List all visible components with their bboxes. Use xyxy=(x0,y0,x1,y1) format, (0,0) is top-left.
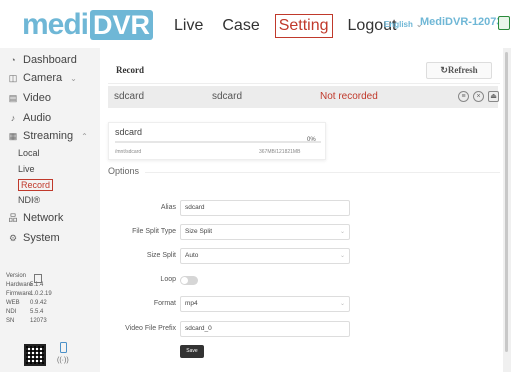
sidebar-item-video[interactable]: ▤ Video xyxy=(8,92,51,104)
logo-dvr-text: DVR xyxy=(90,10,154,40)
alias-label: Alias xyxy=(160,204,176,211)
scrollbar-thumb[interactable] xyxy=(505,52,508,352)
sidebar-item-label: Audio xyxy=(23,112,52,124)
size-split-value: Auto xyxy=(185,252,199,259)
ndi-label: NDI xyxy=(6,309,17,315)
firmware-value: 1.0.2.19 xyxy=(30,291,52,297)
language-select[interactable]: English ⌄ xyxy=(384,20,423,29)
size-split-select[interactable]: Auto ⌄ xyxy=(180,248,350,264)
system-icon: ⚙ xyxy=(8,233,18,243)
storage-name: sdcard xyxy=(114,91,145,102)
settings-icon[interactable]: ≡ xyxy=(458,91,469,102)
sidebar-item-camera[interactable]: ◫ Camera ⌄ xyxy=(8,72,77,84)
record-status: Not recorded xyxy=(320,91,378,102)
format-value: mp4 xyxy=(185,300,198,307)
storage-row[interactable]: sdcard sdcard Not recorded ≡ × ⏏ xyxy=(108,86,499,108)
split-type-value: Size Split xyxy=(185,228,213,235)
loop-toggle-knob xyxy=(181,277,188,284)
video-icon: ▤ xyxy=(8,93,18,103)
sidebar-item-local[interactable]: Local xyxy=(18,148,40,158)
sidebar-item-record[interactable]: Record xyxy=(18,179,54,191)
format-label: Format xyxy=(153,300,176,307)
version-label: Version xyxy=(6,273,27,279)
chevron-down-icon: ⌄ xyxy=(339,301,345,307)
sdcard-path: /mnt/sdcard xyxy=(115,149,142,155)
version-info: Version Hardware 5.1.4 Firmware 1.0.2.19 W… xyxy=(6,272,52,326)
sidebar-item-ndi[interactable]: NDI® xyxy=(18,195,40,205)
sn-value: 12073 xyxy=(30,318,47,324)
chevron-down-icon: ⌄ xyxy=(339,229,345,235)
streaming-icon: ▦ xyxy=(8,131,18,141)
sidebar-item-label: System xyxy=(23,232,60,244)
options-divider xyxy=(145,172,500,173)
chevron-down-icon: ⌄ xyxy=(339,253,345,259)
size-split-label: Size Split xyxy=(146,252,176,259)
storage-device: sdcard xyxy=(212,91,243,102)
split-type-label: File Split Type xyxy=(132,228,176,235)
format-select[interactable]: mp4 ⌄ xyxy=(180,296,350,312)
logo-medi-text: medi xyxy=(22,8,89,41)
page-title: Record xyxy=(116,65,144,75)
sidebar-item-label: Network xyxy=(23,212,64,224)
nav-setting[interactable]: Setting xyxy=(274,14,333,38)
sdcard-name: sdcard xyxy=(115,127,143,137)
sidebar-item-label: Camera xyxy=(23,72,63,84)
audio-icon: ♪ xyxy=(10,113,16,123)
network-icon: 品 xyxy=(8,213,18,223)
device-name: MediDVR-12073 xyxy=(420,16,503,28)
options-heading: Options xyxy=(108,166,140,176)
web-label: WEB xyxy=(6,300,20,306)
split-type-select[interactable]: Size Split ⌄ xyxy=(180,224,350,240)
dashboard-icon: ◔ xyxy=(10,55,16,65)
firmware-label: Firmware xyxy=(6,291,31,297)
sidebar-item-network[interactable]: 品 Network xyxy=(8,212,63,224)
ndi-value: 5.5.4 xyxy=(30,309,44,315)
qr-code-icon xyxy=(24,344,46,366)
refresh-icon: ↻ xyxy=(440,65,448,75)
medidvr-logo[interactable]: medi DVR xyxy=(22,8,154,41)
sidebar-item-label: Dashboard xyxy=(23,54,77,66)
sidebar-item-live[interactable]: Live xyxy=(18,164,35,174)
chevron-up-icon: ⌃ xyxy=(81,131,88,141)
loop-label: Loop xyxy=(160,276,176,283)
nav-case[interactable]: Case xyxy=(218,14,263,38)
refresh-button[interactable]: ↻Refresh xyxy=(426,62,492,79)
sidebar-item-streaming[interactable]: ▦ Streaming ⌃ xyxy=(8,130,88,142)
eject-icon[interactable]: ⏏ xyxy=(488,91,499,102)
sidebar-item-label: Video xyxy=(23,92,51,104)
main-nav: Live Case Setting Logout xyxy=(170,14,411,38)
sidebar-item-system[interactable]: ⚙ System xyxy=(8,232,60,244)
sdcard-size: 367MB/121821MB xyxy=(259,149,301,155)
nav-live[interactable]: Live xyxy=(170,14,207,38)
prefix-input[interactable]: sdcard_0 xyxy=(180,321,350,337)
save-button[interactable]: Save xyxy=(180,345,204,358)
sidebar-item-audio[interactable]: ♪ Audio xyxy=(8,112,51,124)
close-icon[interactable]: × xyxy=(473,91,484,102)
device-status-icon[interactable] xyxy=(498,16,510,30)
refresh-label: Refresh xyxy=(447,65,478,75)
sidebar-item-dashboard[interactable]: ◔ Dashboard xyxy=(8,54,77,66)
language-label: English xyxy=(384,20,413,29)
sdcard-usage-card: sdcard 0% /mnt/sdcard 367MB/121821MB xyxy=(108,122,326,160)
camera-icon: ◫ xyxy=(8,73,18,83)
sdcard-usage-percent: 0% xyxy=(307,137,316,143)
sn-label: SN xyxy=(6,318,15,324)
top-header: medi DVR Live Case Setting Logout Englis… xyxy=(0,0,511,48)
web-value: 0.9.42 xyxy=(30,300,47,306)
sdcard-usage-bar xyxy=(115,141,321,143)
sidebar-item-label: Streaming xyxy=(23,130,74,142)
prefix-label: Video File Prefix xyxy=(125,325,176,332)
alias-input[interactable]: sdcard xyxy=(180,200,350,216)
chevron-down-icon: ⌄ xyxy=(70,73,77,83)
phone-icon[interactable] xyxy=(60,342,67,353)
copy-icon[interactable] xyxy=(34,274,42,283)
wireless-icon: ((·)) xyxy=(57,357,69,364)
hardware-label: Hardware xyxy=(6,282,33,288)
